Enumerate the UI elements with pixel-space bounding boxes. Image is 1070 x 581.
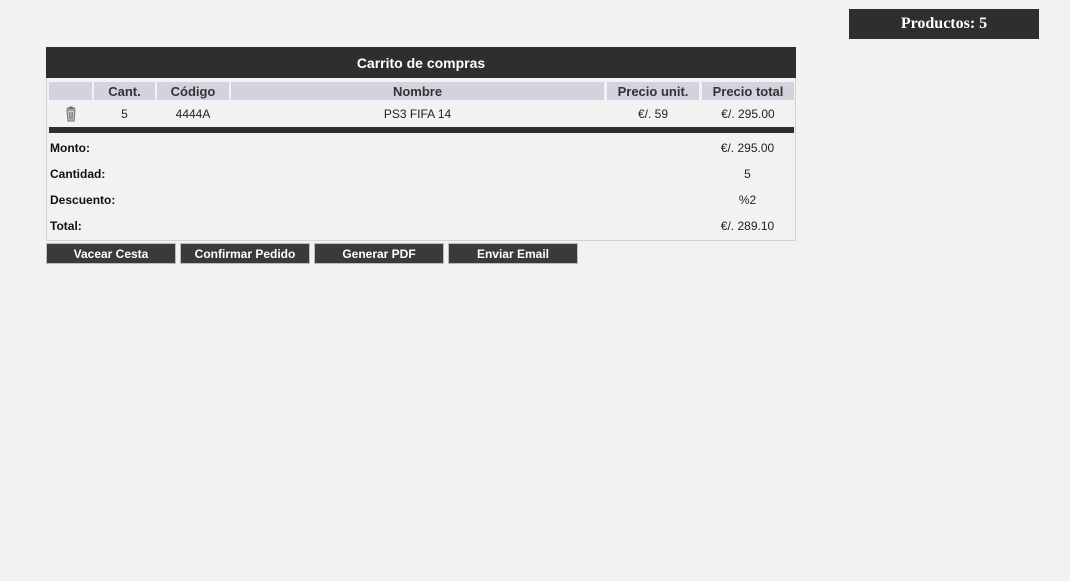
row-precio-unit: €/. 59 — [637, 107, 669, 121]
row-codigo: 4444A — [175, 107, 211, 121]
cart-title: Carrito de compras — [46, 47, 796, 78]
confirmar-pedido-button[interactable]: Confirmar Pedido — [180, 243, 310, 264]
row-nombre: PS3 FIFA 14 — [383, 107, 452, 121]
row-cantidad: 5 — [121, 107, 128, 121]
descuento-value: %2 — [738, 193, 757, 207]
column-header-cantidad: Cant. — [94, 82, 155, 100]
cantidad-value: 5 — [744, 167, 751, 181]
descuento-label: Descuento: — [50, 193, 116, 207]
column-header-codigo: Código — [157, 82, 229, 100]
monto-label: Monto: — [50, 141, 90, 155]
cantidad-label: Cantidad: — [50, 167, 106, 181]
total-value: €/. 289.10 — [720, 219, 775, 233]
enviar-email-button[interactable]: Enviar Email — [448, 243, 578, 264]
column-header-precio-unit: Precio unit. — [607, 82, 699, 100]
monto-value: €/. 295.00 — [720, 141, 775, 155]
table-divider — [49, 127, 794, 133]
generar-pdf-button[interactable]: Generar PDF — [314, 243, 444, 264]
row-precio-total: €/. 295.00 — [721, 107, 775, 121]
shopping-cart-panel: Carrito de compras Cant. Código Nombre P… — [46, 47, 796, 241]
column-header-precio-total: Precio total — [702, 82, 794, 100]
total-label: Total: — [50, 219, 82, 233]
vaciar-cesta-button[interactable]: Vacear Cesta — [46, 243, 176, 264]
products-count-badge: Productos: 5 — [849, 9, 1039, 39]
trash-icon[interactable] — [63, 106, 79, 122]
column-header-action — [49, 82, 92, 100]
column-header-nombre: Nombre — [231, 82, 604, 100]
